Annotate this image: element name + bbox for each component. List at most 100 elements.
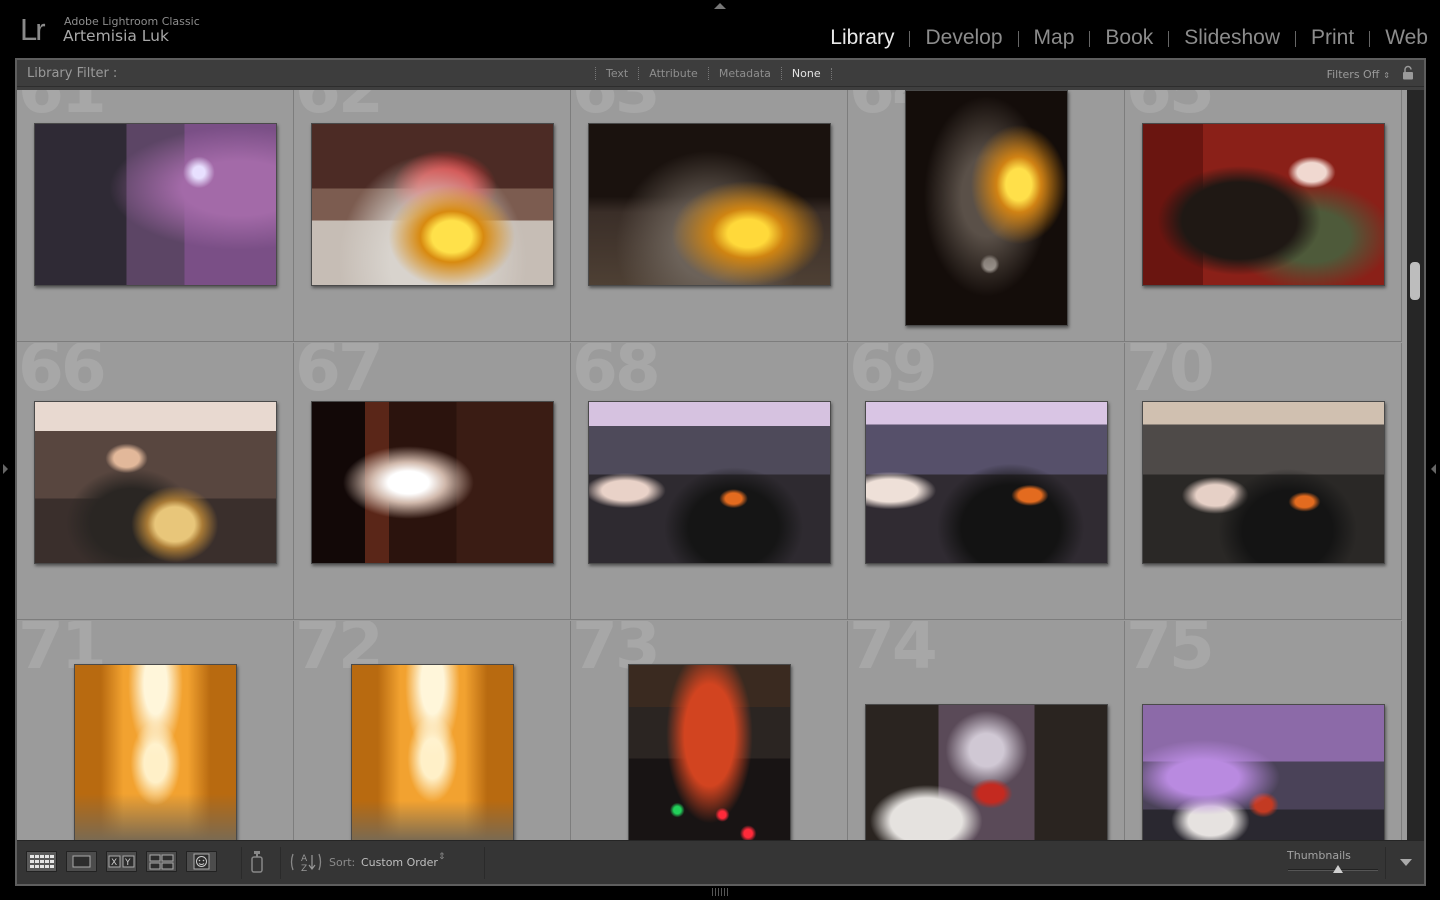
sort-direction-icon[interactable]: A Z bbox=[289, 851, 323, 873]
survey-view-icon bbox=[149, 854, 174, 870]
identity-plate: Lr Adobe Lightroom Classic Artemisia Luk… bbox=[0, 0, 1440, 58]
thumbnail-size-slider-knob[interactable] bbox=[1333, 865, 1343, 873]
loupe-view-icon bbox=[72, 855, 91, 868]
toolbar-divider bbox=[1385, 847, 1386, 879]
toolbar-divider bbox=[241, 847, 242, 879]
filter-option-metadata[interactable]: Metadata bbox=[707, 67, 781, 80]
sort-dropdown-arrow-icon: ⇕ bbox=[438, 852, 446, 862]
expand-left-panel-icon[interactable] bbox=[3, 464, 8, 474]
expand-right-panel-icon[interactable] bbox=[1431, 464, 1436, 474]
photo-thumbnail[interactable] bbox=[865, 401, 1108, 564]
photo-thumbnail[interactable] bbox=[865, 704, 1108, 840]
grid-cell[interactable]: 61 bbox=[17, 90, 294, 342]
module-separator bbox=[909, 31, 911, 47]
grid-cell[interactable]: 65 bbox=[1125, 90, 1402, 342]
filmstrip-collapse-grip[interactable] bbox=[712, 888, 728, 896]
module-separator bbox=[1017, 31, 1019, 47]
photo-thumbnail[interactable] bbox=[905, 90, 1068, 326]
grid-cell[interactable]: 74 bbox=[848, 621, 1125, 840]
module-print[interactable]: Print bbox=[1311, 26, 1354, 50]
lightroom-logo: Lr bbox=[20, 12, 46, 47]
grid-cell[interactable]: 62 bbox=[294, 90, 571, 342]
module-picker: Library Develop Map Book Slideshow Print Web bbox=[830, 24, 1428, 52]
photo-thumbnail[interactable] bbox=[1142, 704, 1385, 840]
svg-text:X: X bbox=[111, 858, 117, 868]
grid-cell[interactable]: 73 bbox=[571, 621, 848, 840]
compare-view-icon: X Y bbox=[108, 855, 135, 868]
grid-scrollbar[interactable] bbox=[1407, 90, 1424, 840]
scrollbar-thumb[interactable] bbox=[1410, 262, 1420, 300]
module-separator bbox=[1369, 31, 1371, 47]
grid-cell[interactable]: 75 bbox=[1125, 621, 1402, 840]
photo-thumbnail[interactable] bbox=[34, 401, 277, 564]
dropdown-arrow-icon: ⇕ bbox=[1383, 71, 1390, 80]
cell-index-number: 66 bbox=[18, 343, 107, 406]
photo-thumbnail[interactable] bbox=[628, 664, 791, 840]
module-book[interactable]: Book bbox=[1105, 26, 1153, 50]
photo-thumbnail[interactable] bbox=[1142, 123, 1385, 286]
filter-options-end bbox=[830, 67, 832, 80]
photo-thumbnail[interactable] bbox=[34, 123, 277, 286]
module-separator bbox=[1089, 31, 1091, 47]
svg-text:Z: Z bbox=[301, 864, 307, 873]
photo-thumbnail[interactable] bbox=[311, 123, 554, 286]
photo-thumbnail[interactable] bbox=[74, 664, 237, 840]
collapse-top-panel-icon[interactable] bbox=[714, 3, 726, 9]
filter-option-text[interactable]: Text bbox=[595, 67, 638, 80]
survey-view-button[interactable] bbox=[146, 851, 177, 872]
grid-view-button[interactable] bbox=[26, 851, 57, 872]
sort-order-dropdown[interactable]: Custom Order bbox=[361, 856, 438, 869]
library-toolbar: X Y A Z Sort: Custom Order ⇕ Thumbnails bbox=[17, 840, 1424, 884]
photo-thumbnail[interactable] bbox=[1142, 401, 1385, 564]
photo-thumbnail[interactable] bbox=[311, 401, 554, 564]
grid-cell[interactable]: 70 bbox=[1125, 343, 1402, 620]
cell-index-number: 63 bbox=[572, 90, 661, 123]
lock-icon[interactable] bbox=[1402, 65, 1414, 80]
thumbnail-size-slider[interactable] bbox=[1288, 865, 1378, 873]
grid-cell[interactable]: 69 bbox=[848, 343, 1125, 620]
module-develop[interactable]: Develop bbox=[925, 26, 1002, 50]
painter-spray-can-icon[interactable] bbox=[250, 850, 264, 874]
toolbar-divider bbox=[280, 847, 281, 879]
loupe-view-button[interactable] bbox=[66, 851, 97, 872]
module-separator bbox=[1295, 31, 1296, 47]
cell-index-number: 65 bbox=[1126, 90, 1215, 123]
cell-index-number: 70 bbox=[1126, 343, 1215, 406]
sort-label: Sort: bbox=[329, 856, 356, 869]
toolbar-content-menu-icon[interactable] bbox=[1400, 859, 1412, 866]
module-library[interactable]: Library bbox=[830, 26, 894, 50]
module-separator bbox=[1168, 31, 1170, 47]
cell-index-number: 67 bbox=[295, 343, 384, 406]
svg-text:A: A bbox=[301, 854, 308, 864]
photo-thumbnail[interactable] bbox=[588, 401, 831, 564]
grid-cell[interactable]: 64 bbox=[848, 90, 1125, 342]
library-filter-bar: Library Filter : Text Attribute Metadata No… bbox=[17, 60, 1424, 87]
grid-cell[interactable]: 66 bbox=[17, 343, 294, 620]
face-icon bbox=[193, 853, 210, 870]
grid-cell[interactable]: 72 bbox=[294, 621, 571, 840]
filter-preset-value: Filters Off bbox=[1326, 68, 1380, 81]
filter-options: Text Attribute Metadata None bbox=[595, 67, 832, 80]
cell-index-number: 75 bbox=[1126, 621, 1215, 684]
cell-index-number: 62 bbox=[295, 90, 384, 123]
user-name: Artemisia Luk bbox=[63, 27, 169, 45]
grid-cell[interactable]: 68 bbox=[571, 343, 848, 620]
toolbar-divider bbox=[484, 847, 485, 879]
module-web[interactable]: Web bbox=[1385, 26, 1428, 50]
grid-cell[interactable]: 71 bbox=[17, 621, 294, 840]
svg-text:Y: Y bbox=[124, 858, 131, 868]
thumbnails-label: Thumbnails bbox=[1287, 849, 1351, 862]
filter-preset-dropdown[interactable]: Filters Off ⇕ bbox=[1327, 68, 1390, 81]
filter-option-attribute[interactable]: Attribute bbox=[638, 67, 708, 80]
filter-option-none[interactable]: None bbox=[780, 67, 831, 80]
module-map[interactable]: Map bbox=[1034, 26, 1075, 50]
photo-thumbnail[interactable] bbox=[588, 123, 831, 286]
compare-view-button[interactable]: X Y bbox=[106, 851, 137, 872]
grid-cell[interactable]: 63 bbox=[571, 90, 848, 342]
photo-thumbnail[interactable] bbox=[351, 664, 514, 840]
grid-cell[interactable]: 67 bbox=[294, 343, 571, 620]
module-slideshow[interactable]: Slideshow bbox=[1184, 26, 1280, 50]
thumbnail-grid[interactable]: 61 62 63 6465 66 67 68 69 70 71727374 75 bbox=[17, 90, 1407, 840]
people-view-button[interactable] bbox=[186, 851, 217, 872]
cell-index-number: 74 bbox=[849, 621, 938, 684]
